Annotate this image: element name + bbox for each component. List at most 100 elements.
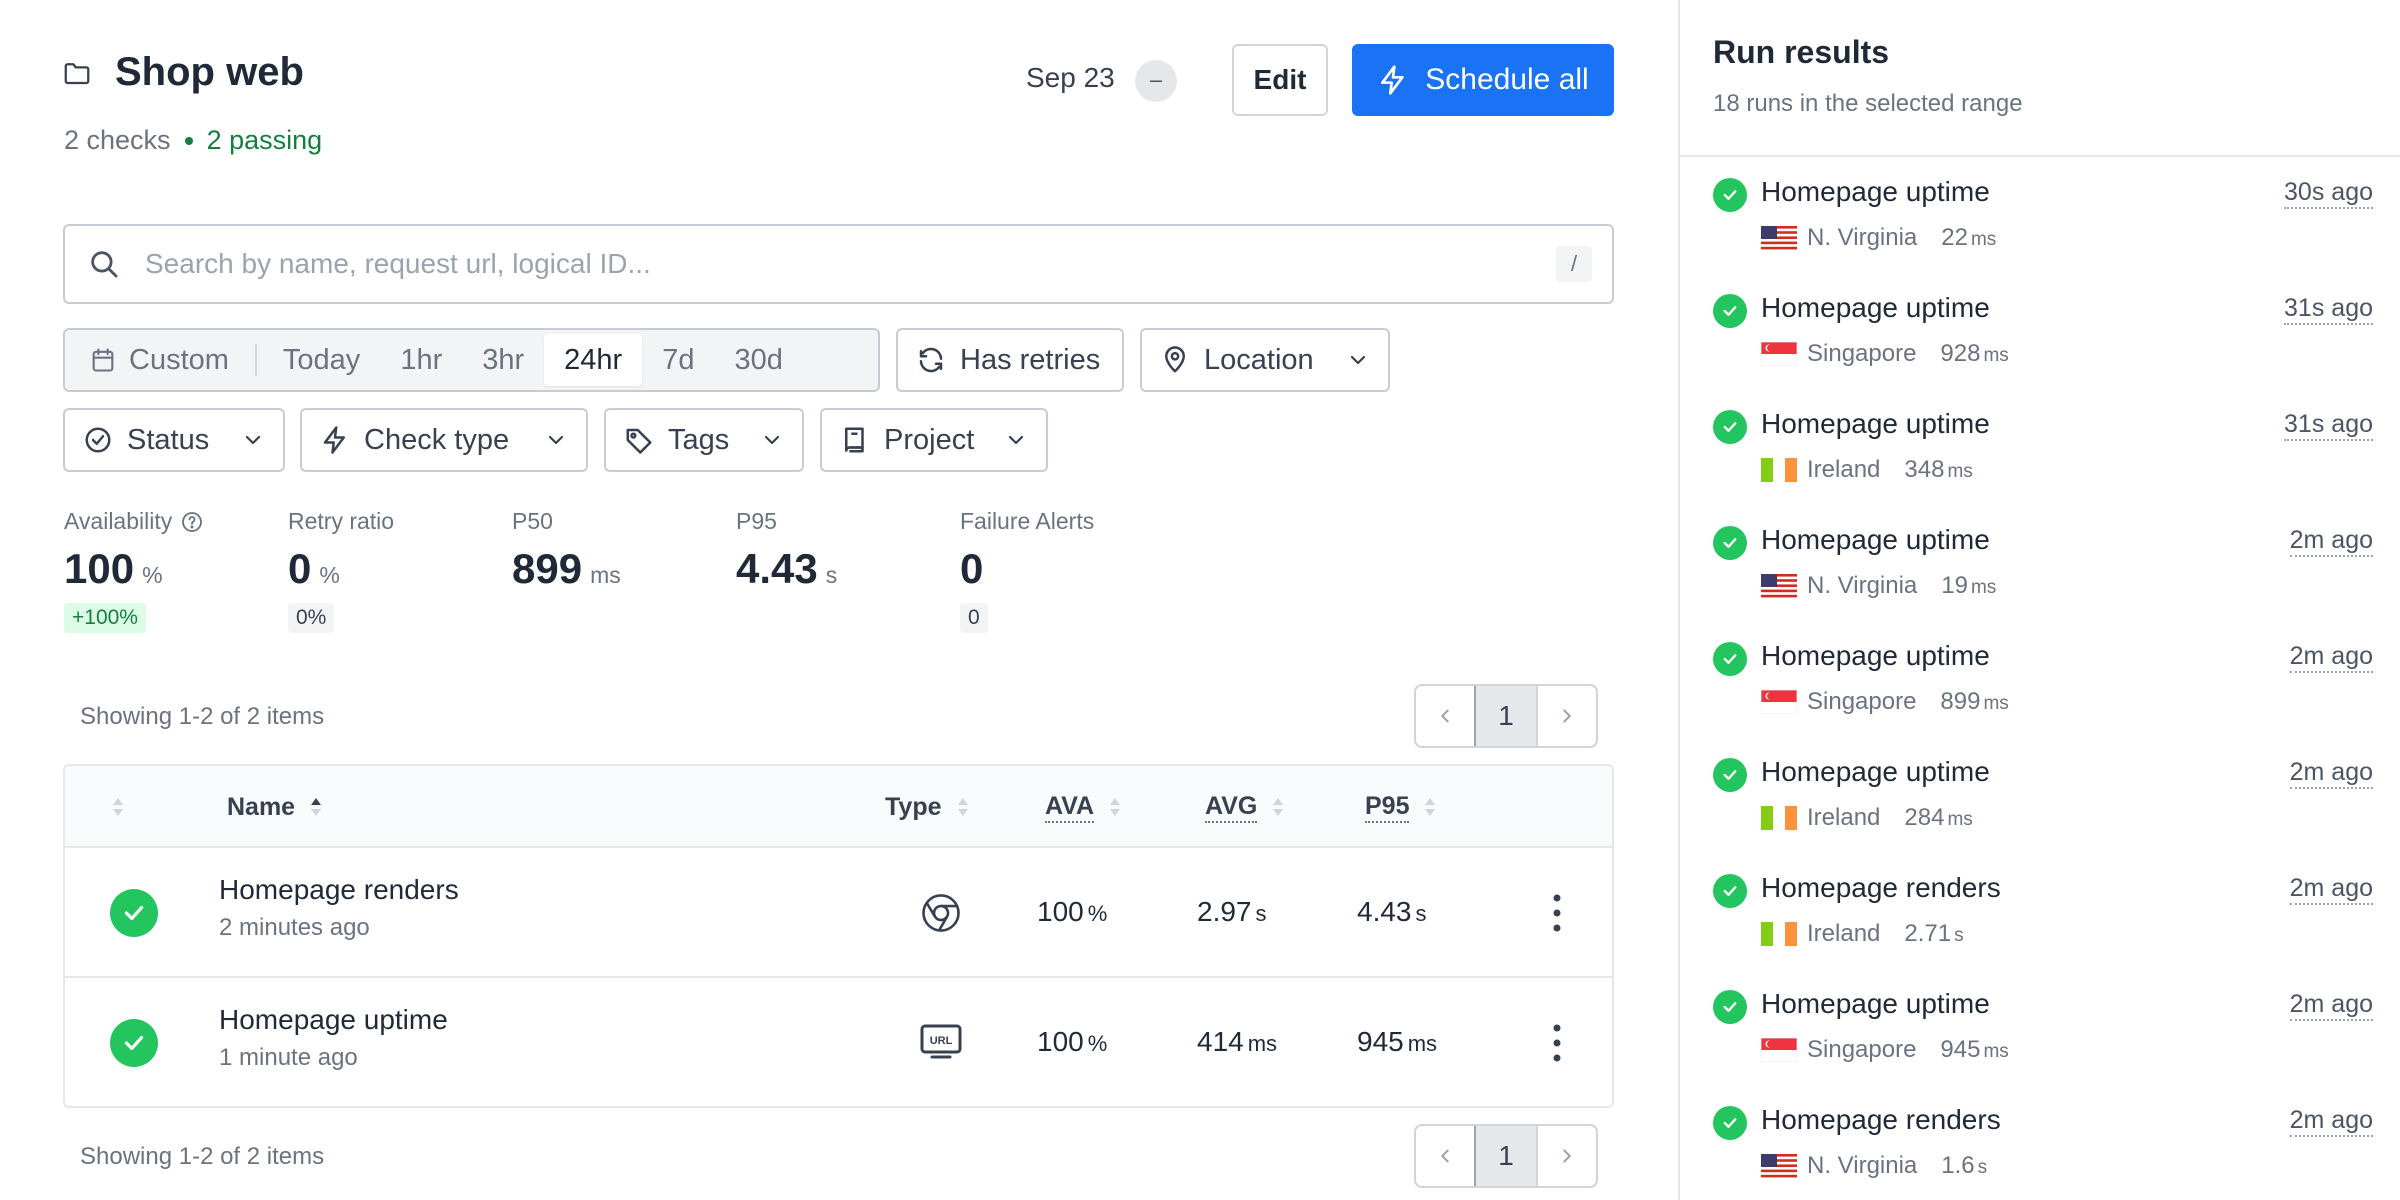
run-duration-unit: ms <box>1983 345 2009 366</box>
us-flag-icon <box>1761 226 1797 250</box>
time-range-1hr[interactable]: 1hr <box>380 334 462 386</box>
run-duration-value: 899 <box>1940 688 1981 715</box>
sort-ascending-icon <box>311 798 322 816</box>
run-time-ago: 2m ago <box>2289 990 2373 1021</box>
time-range-today[interactable]: Today <box>263 334 380 386</box>
run-item[interactable]: Homepage uptime 2m ago Singapore 899 ms <box>1713 640 2373 756</box>
has-retries-filter[interactable]: Has retries <box>896 328 1124 392</box>
tags-filter[interactable]: Tags <box>604 408 804 472</box>
run-time-ago: 2m ago <box>2289 874 2373 905</box>
chevron-left-icon <box>1441 1149 1449 1163</box>
time-range-30d[interactable]: 30d <box>714 334 802 386</box>
check-last-run: 2 minutes ago <box>219 914 370 941</box>
sort-icon <box>1273 798 1284 816</box>
stat-delta-badge: 0% <box>288 603 335 633</box>
run-duration: 1.6 s <box>1941 1152 1987 1180</box>
stat-unit: ms <box>590 562 621 588</box>
stat-value: 4.43 s <box>736 545 837 593</box>
lightning-icon <box>1381 65 1404 95</box>
prev-page-button[interactable] <box>1416 1126 1474 1186</box>
ava-cell: 100% <box>1037 896 1107 928</box>
run-item[interactable]: Homepage uptime 31s ago Singapore 928 ms <box>1713 292 2373 408</box>
svg-text:URL: URL <box>930 1035 953 1047</box>
run-check-name: Homepage uptime <box>1761 408 1990 439</box>
map-pin-icon <box>1165 346 1185 373</box>
avg-value: 2.97 <box>1197 896 1252 927</box>
run-check-name: Homepage uptime <box>1761 988 1990 1019</box>
location-filter[interactable]: Location <box>1140 328 1390 392</box>
page-number-button[interactable]: 1 <box>1474 686 1538 746</box>
check-name[interactable]: Homepage uptime <box>219 1004 448 1036</box>
run-item[interactable]: Homepage renders 2m ago N. Virginia 1.6 s <box>1713 1104 2373 1200</box>
divider <box>1680 155 2400 157</box>
chevron-down-icon <box>1350 355 1366 365</box>
run-item[interactable]: Homepage uptime 2m ago Singapore 945 ms <box>1713 988 2373 1104</box>
edit-button[interactable]: Edit <box>1232 44 1328 116</box>
run-duration: 945 ms <box>1940 1036 2008 1064</box>
type-column-header[interactable]: Type <box>885 766 970 848</box>
sort-icon <box>1425 798 1436 816</box>
run-duration-unit: s <box>1977 1157 1988 1178</box>
table-row[interactable]: Homepage renders 2 minutes ago 100% 2.97… <box>65 848 1612 978</box>
time-range-24hr[interactable]: 24hr <box>544 334 643 386</box>
check-circle-icon <box>85 427 111 453</box>
check-name[interactable]: Homepage renders <box>219 874 459 906</box>
schedule-all-button[interactable]: Schedule all <box>1352 44 1614 116</box>
status-column-header[interactable] <box>111 766 125 848</box>
run-duration-unit: ms <box>1983 1041 2009 1062</box>
time-range-3hr[interactable]: 3hr <box>462 334 544 386</box>
sort-icon <box>957 798 968 816</box>
ava-unit: % <box>1087 901 1108 926</box>
stat-availability-label-row: Availability <box>64 508 204 535</box>
project-filter[interactable]: Project <box>820 408 1048 472</box>
p95-value: 4.43 <box>1357 896 1412 927</box>
check-type-filter[interactable]: Check type <box>300 408 588 472</box>
run-location: Ireland 348 ms <box>1761 456 1973 484</box>
run-check-name: Homepage renders <box>1761 872 2001 903</box>
time-range-selector: Custom Today 1hr 3hr 24hr 7d 30d <box>63 328 880 392</box>
stat-value: 0 <box>960 545 1094 593</box>
run-duration-value: 22 <box>1941 224 1968 251</box>
run-location-name: Singapore <box>1807 340 1917 367</box>
sort-icon <box>1110 798 1121 816</box>
table-row[interactable]: Homepage uptime 1 minute ago URL 100% 41… <box>65 978 1612 1106</box>
run-results-panel: Run results 18 runs in the selected rang… <box>1678 0 2400 1200</box>
run-item[interactable]: Homepage uptime 2m ago Ireland 284 ms <box>1713 756 2373 872</box>
next-page-button[interactable] <box>1538 686 1596 746</box>
name-column-header[interactable]: Name <box>227 766 323 848</box>
chevron-down-icon <box>548 435 564 445</box>
check-passing-icon <box>1713 526 1747 560</box>
time-range-custom[interactable]: Custom <box>69 334 249 386</box>
time-range-7d[interactable]: 7d <box>642 334 714 386</box>
run-item[interactable]: Homepage uptime 30s ago N. Virginia 22 ms <box>1713 176 2373 292</box>
stat-label: Failure Alerts <box>960 508 1095 534</box>
p95-cell: 945 ms <box>1357 1026 1437 1058</box>
run-item[interactable]: Homepage uptime 31s ago Ireland 348 ms <box>1713 408 2373 524</box>
table-header: Name Type AVA AVG P95 <box>65 766 1612 848</box>
schedule-all-label: Schedule all <box>1425 63 1589 96</box>
status-cell <box>110 1019 158 1067</box>
divider <box>254 344 257 376</box>
avg-column-header[interactable]: AVG <box>1205 766 1285 848</box>
prev-page-button[interactable] <box>1416 686 1474 746</box>
stat-p50: P50 899 ms <box>512 508 621 593</box>
row-actions-button[interactable] <box>1552 1023 1562 1068</box>
run-location-name: Ireland <box>1807 804 1881 831</box>
next-page-button[interactable] <box>1538 1126 1596 1186</box>
avg-unit: ms <box>1247 1031 1278 1056</box>
run-duration: 19 ms <box>1941 572 1996 600</box>
stat-value: 0% <box>288 545 394 593</box>
stat-unit: % <box>142 562 163 588</box>
p95-column-header[interactable]: P95 <box>1365 766 1437 848</box>
ava-column-header[interactable]: AVA <box>1045 766 1122 848</box>
search-input[interactable] <box>145 248 1556 280</box>
page-number-button[interactable]: 1 <box>1474 1126 1538 1186</box>
row-actions-button[interactable] <box>1552 893 1562 938</box>
status-filter[interactable]: Status <box>63 408 285 472</box>
run-item[interactable]: Homepage renders 2m ago Ireland 2.71 s <box>1713 872 2373 988</box>
help-icon[interactable] <box>180 510 204 534</box>
stat-number: 4.43 <box>736 545 818 592</box>
date-clear-button[interactable]: – <box>1135 60 1177 102</box>
run-duration-unit: ms <box>1970 577 1997 598</box>
run-item[interactable]: Homepage uptime 2m ago N. Virginia 19 ms <box>1713 524 2373 640</box>
